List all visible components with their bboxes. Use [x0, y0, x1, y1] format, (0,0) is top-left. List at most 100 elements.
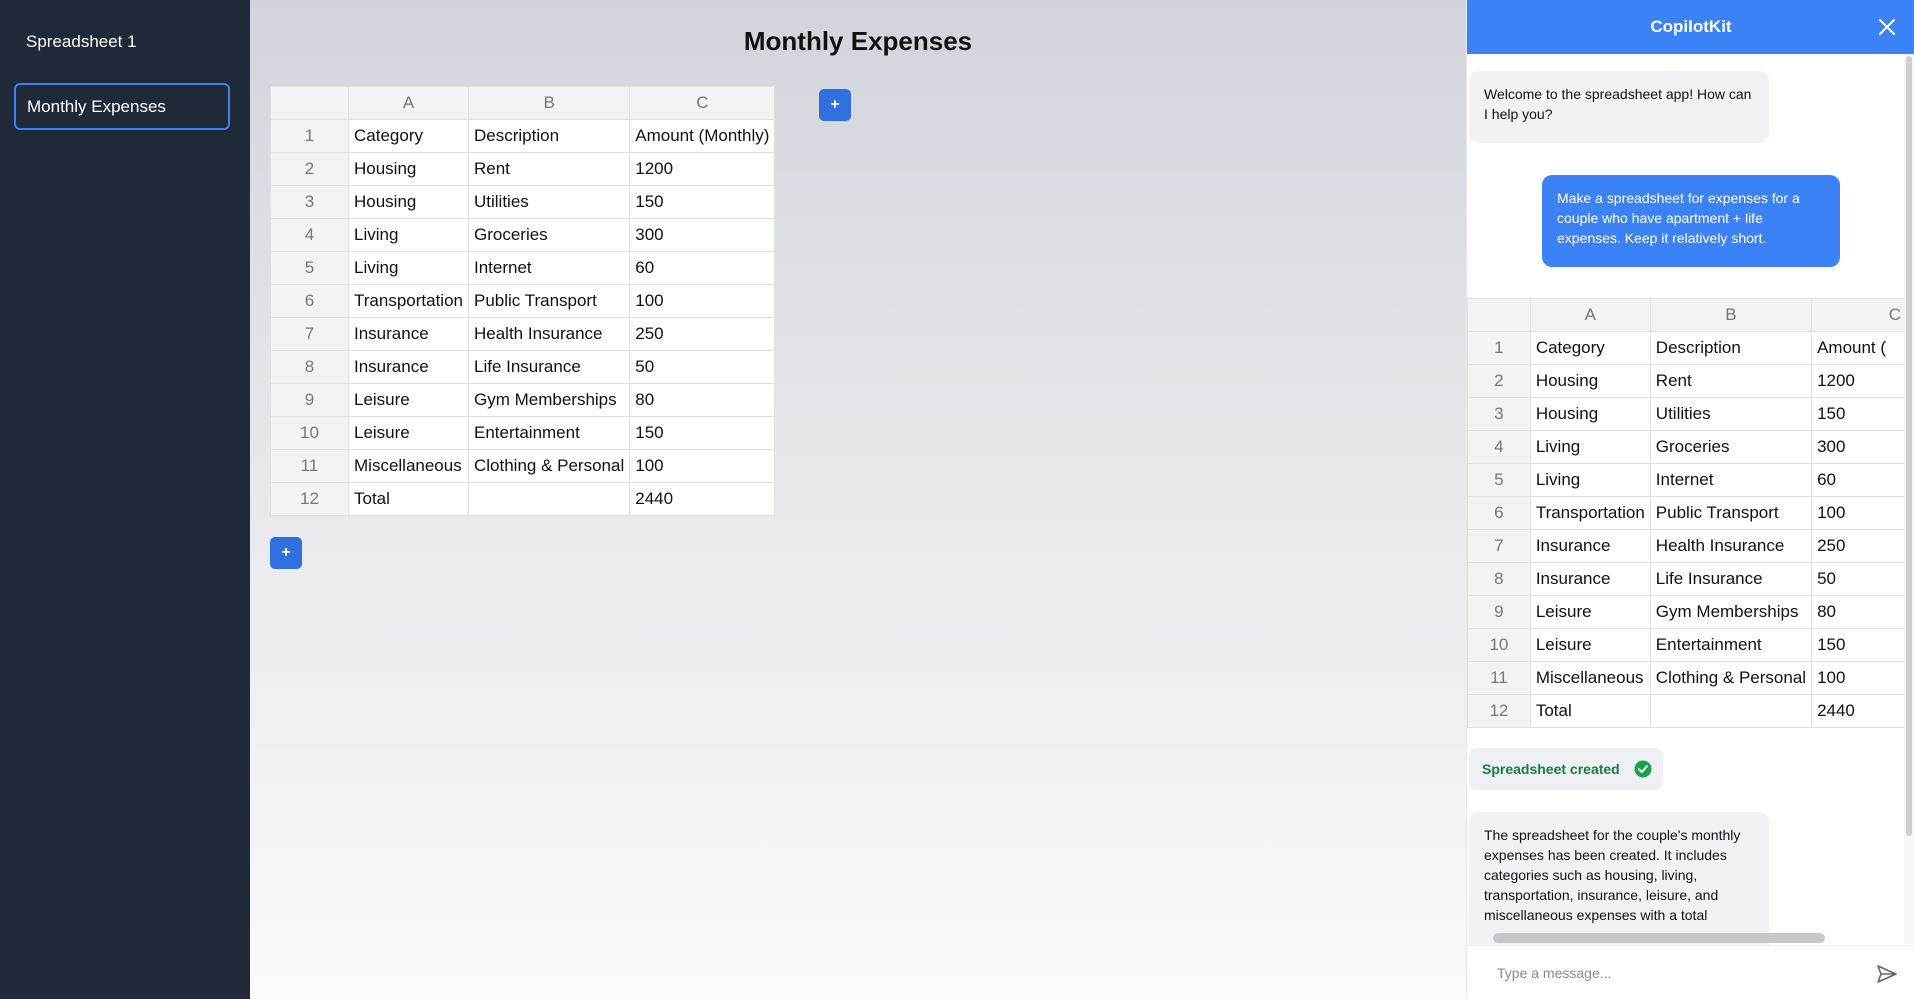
- check-circle-icon: [1634, 760, 1652, 778]
- cell[interactable]: Health Insurance: [467, 317, 631, 351]
- chat-spreadsheet-table: A B C 1 Category Description Amount (2 Housi…: [1467, 298, 1907, 728]
- chat-cell: Entertainment: [1649, 628, 1813, 662]
- cell[interactable]: 100: [629, 284, 776, 318]
- chat-cell: 60: [1811, 463, 1907, 497]
- chat-table-row: 8 Insurance Life Insurance 50: [1467, 562, 1907, 596]
- chat-table-row: 4 Living Groceries 300: [1467, 430, 1907, 464]
- cell[interactable]: 150: [629, 185, 776, 219]
- column-header-a[interactable]: A: [348, 86, 469, 120]
- cell[interactable]: 250: [629, 317, 776, 351]
- cell[interactable]: Life Insurance: [467, 350, 631, 384]
- chat-row-number: 4: [1467, 430, 1531, 464]
- chat-table-row: 9 Leisure Gym Memberships 80: [1467, 595, 1907, 629]
- chat-cell: 250: [1811, 529, 1907, 563]
- column-header-b[interactable]: B: [467, 86, 631, 120]
- table-row: 4 Living Groceries 300: [270, 218, 776, 252]
- column-header-c[interactable]: C: [629, 86, 776, 120]
- cell[interactable]: Rent: [467, 152, 631, 186]
- user-message: Make a spreadsheet for expenses for a co…: [1542, 175, 1840, 267]
- table-row: 11 Miscellaneous Clothing & Personal 100: [270, 449, 776, 483]
- cell[interactable]: Gym Memberships: [467, 383, 631, 417]
- chat-column-header-b: B: [1649, 298, 1813, 332]
- row-number: 8: [270, 350, 349, 384]
- chat-row-number: 3: [1467, 397, 1531, 431]
- add-column-button[interactable]: +: [819, 89, 851, 121]
- chat-cell: Rent: [1649, 364, 1813, 398]
- cell[interactable]: 50: [629, 350, 776, 384]
- cell[interactable]: Utilities: [467, 185, 631, 219]
- table-row: 5 Living Internet 60: [270, 251, 776, 285]
- chat-column-header-row: A B C: [1467, 298, 1907, 332]
- chat-table-row: 6 Transportation Public Transport 100: [1467, 496, 1907, 530]
- chat-cell: 100: [1811, 496, 1907, 530]
- chat-table-row: 1 Category Description Amount (: [1467, 331, 1907, 365]
- cell[interactable]: Entertainment: [467, 416, 631, 450]
- cell[interactable]: 100: [629, 449, 776, 483]
- chat-cell: Miscellaneous: [1529, 661, 1651, 695]
- table-row: 1 Category Description Amount (Monthly): [270, 119, 776, 153]
- cell[interactable]: [467, 482, 631, 516]
- cell[interactable]: Groceries: [467, 218, 631, 252]
- chat-cell: 150: [1811, 397, 1907, 431]
- chat-cell: Transportation: [1529, 496, 1651, 530]
- row-number: 6: [270, 284, 349, 318]
- cell[interactable]: Clothing & Personal: [467, 449, 631, 483]
- chat-row-number: 10: [1467, 628, 1531, 662]
- cell[interactable]: Leisure: [348, 416, 469, 450]
- cell[interactable]: 300: [629, 218, 776, 252]
- table-row: 7 Insurance Health Insurance 250: [270, 317, 776, 351]
- cell[interactable]: 150: [629, 416, 776, 450]
- chat-cell: Leisure: [1529, 595, 1651, 629]
- cell[interactable]: Insurance: [348, 317, 469, 351]
- cell[interactable]: Housing: [348, 152, 469, 186]
- chat-column-header-a: A: [1529, 298, 1651, 332]
- row-number: 2: [270, 152, 349, 186]
- cell[interactable]: Public Transport: [467, 284, 631, 318]
- chat-table-row: 11 Miscellaneous Clothing & Personal 100: [1467, 661, 1907, 695]
- chat-table-row: 10 Leisure Entertainment 150: [1467, 628, 1907, 662]
- chat-row-number: 7: [1467, 529, 1531, 563]
- chat-row-number: 8: [1467, 562, 1531, 596]
- chat-cell: Description: [1649, 331, 1813, 365]
- cell[interactable]: Amount (Monthly): [629, 119, 776, 153]
- chat-cell: Clothing & Personal: [1649, 661, 1813, 695]
- cell[interactable]: Insurance: [348, 350, 469, 384]
- add-row-button[interactable]: +: [270, 537, 302, 569]
- chat-row-number: 1: [1467, 331, 1531, 365]
- row-number: 12: [270, 482, 349, 516]
- sidebar-item-monthly-expenses[interactable]: Monthly Expenses: [14, 83, 230, 130]
- chat-table-row: 3 Housing Utilities 150: [1467, 397, 1907, 431]
- cell[interactable]: 80: [629, 383, 776, 417]
- cell[interactable]: Living: [348, 218, 469, 252]
- cell[interactable]: 60: [629, 251, 776, 285]
- row-number: 10: [270, 416, 349, 450]
- sidebar-title: Spreadsheet 1: [26, 32, 137, 51]
- chat-cell: [1649, 694, 1813, 728]
- cell[interactable]: Total: [348, 482, 469, 516]
- vertical-scrollbar[interactable]: [1906, 56, 1912, 836]
- close-icon[interactable]: [1877, 17, 1897, 37]
- send-icon[interactable]: [1876, 963, 1898, 985]
- message-input[interactable]: [1497, 962, 1837, 984]
- cell[interactable]: Category: [348, 119, 469, 153]
- cell[interactable]: 1200: [629, 152, 776, 186]
- chat-cell: Amount (: [1811, 331, 1907, 365]
- chat-cell: Living: [1529, 463, 1651, 497]
- cell[interactable]: Miscellaneous: [348, 449, 469, 483]
- chat-input-bar: [1467, 945, 1914, 999]
- chat-cell: Housing: [1529, 364, 1651, 398]
- table-row: 8 Insurance Life Insurance 50: [270, 350, 776, 384]
- cell[interactable]: Housing: [348, 185, 469, 219]
- cell[interactable]: Living: [348, 251, 469, 285]
- chat-table-row: 2 Housing Rent 1200: [1467, 364, 1907, 398]
- chat-cell: Life Insurance: [1649, 562, 1813, 596]
- cell[interactable]: Description: [467, 119, 631, 153]
- cell[interactable]: 2440: [629, 482, 776, 516]
- cell[interactable]: Leisure: [348, 383, 469, 417]
- chat-cell: 50: [1811, 562, 1907, 596]
- cell[interactable]: Internet: [467, 251, 631, 285]
- chat-cell: 300: [1811, 430, 1907, 464]
- status-badge: Spreadsheet created: [1469, 748, 1663, 790]
- cell[interactable]: Transportation: [348, 284, 469, 318]
- horizontal-scrollbar[interactable]: [1493, 933, 1825, 943]
